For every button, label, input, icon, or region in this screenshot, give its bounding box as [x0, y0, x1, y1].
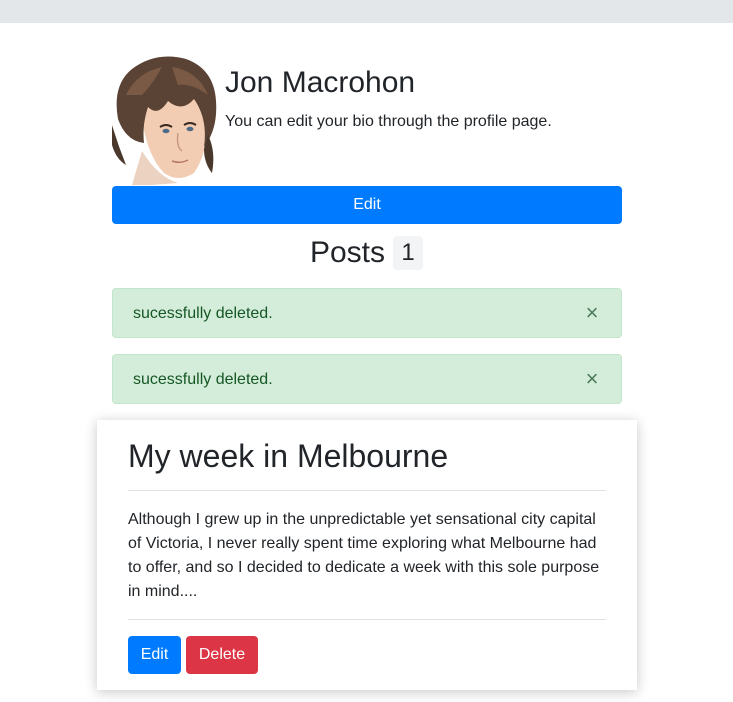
close-icon[interactable]: ×	[583, 300, 601, 326]
profile-bio: You can edit your bio through the profil…	[225, 113, 552, 130]
close-icon[interactable]: ×	[583, 366, 601, 392]
delete-post-button[interactable]: Delete	[186, 636, 258, 674]
posts-title: Posts	[309, 236, 386, 269]
edit-profile-button[interactable]: Edit	[112, 186, 622, 224]
post-excerpt: Although I grew up in the unpredictable …	[128, 511, 600, 600]
profile-avatar	[112, 55, 217, 185]
success-alert: sucessfully deleted. ×	[112, 288, 622, 338]
post-divider	[128, 619, 606, 620]
posts-count-badge: 1	[393, 236, 424, 270]
profile-name: Jon Macrohon	[225, 66, 416, 99]
edit-post-button[interactable]: Edit	[128, 636, 181, 674]
post-divider	[128, 490, 606, 491]
posts-heading: Posts 1	[0, 233, 733, 273]
post-card: My week in Melbourne Although I grew up …	[97, 420, 637, 690]
browser-top-bar	[0, 0, 733, 23]
success-alert: sucessfully deleted. ×	[112, 354, 622, 404]
alert-message: sucessfully deleted.	[133, 371, 273, 388]
alert-message: sucessfully deleted.	[133, 305, 273, 322]
avatar-image	[112, 56, 217, 185]
post-title: My week in Melbourne	[128, 438, 449, 474]
